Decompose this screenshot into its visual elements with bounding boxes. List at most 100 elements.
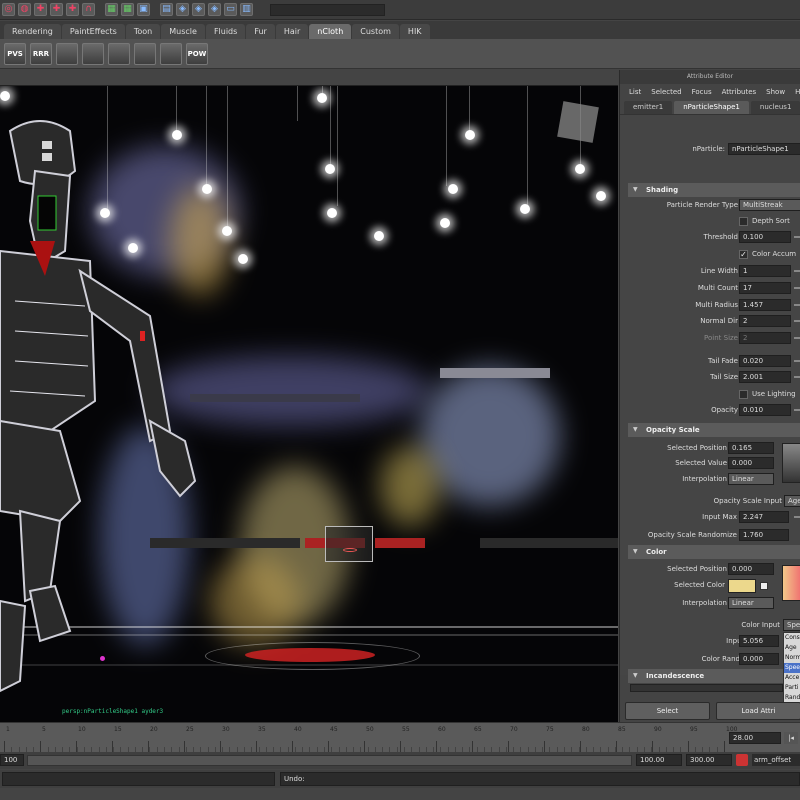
render-view-icon[interactable]: ▣ xyxy=(137,3,150,16)
ae-tab-nucleus1[interactable]: nucleus1 xyxy=(750,101,800,114)
select-button[interactable]: Select xyxy=(625,702,710,720)
use-lighting-checkbox[interactable] xyxy=(739,390,748,399)
selected-color-swatch[interactable] xyxy=(728,579,756,593)
threshold-slider[interactable] xyxy=(794,236,800,238)
incandescence-section-header[interactable]: Incandescence xyxy=(628,669,783,683)
opacity-field[interactable]: 0.010 xyxy=(739,404,791,416)
ipr-icon[interactable]: ◈ xyxy=(176,3,189,16)
color-input-dropdown[interactable]: Spee xyxy=(783,619,800,631)
toggle-icon[interactable]: ▭ xyxy=(224,3,237,16)
ae-tab-nparticleshape1[interactable]: nParticleShape1 xyxy=(674,101,749,114)
render-type-dropdown[interactable]: MultiStreak xyxy=(739,199,800,211)
render-icon[interactable]: ▤ xyxy=(160,3,173,16)
shelf-tool-icon[interactable] xyxy=(134,42,156,65)
robot-character[interactable] xyxy=(0,101,200,701)
tail-size-slider[interactable] xyxy=(794,376,800,378)
shelf-tab-hair[interactable]: Hair xyxy=(275,24,309,39)
normal-dir-slider[interactable] xyxy=(794,320,800,322)
time-slider-ticks[interactable]: 1 5 10 15 20 25 30 35 40 45 50 55 60 65 70 75 80 85 90 95 10… xyxy=(0,723,737,753)
normal-dir-field[interactable]: 2 xyxy=(739,315,791,327)
opacity-scale-section-header[interactable]: Opacity Scale xyxy=(628,423,800,437)
shelf-tab-fur[interactable]: Fur xyxy=(246,24,275,39)
multi-count-field[interactable]: 17 xyxy=(739,282,791,294)
hypershade-icon[interactable]: ◈ xyxy=(208,3,221,16)
line-width-slider[interactable] xyxy=(794,270,800,272)
range-start-field[interactable]: 100 xyxy=(0,754,24,766)
opacity-selected-position-field[interactable]: 0.165 xyxy=(728,442,774,454)
snap-grid-icon[interactable]: ✚ xyxy=(34,3,47,16)
shelf-tool-icon[interactable] xyxy=(160,42,182,65)
range-slider-bar[interactable] xyxy=(27,755,632,766)
magnet-icon[interactable]: ∩ xyxy=(82,3,95,16)
viewport[interactable]: persp:nParticleShape1 ayder3 xyxy=(0,86,618,722)
ae-menu-attributes[interactable]: Attributes xyxy=(722,88,757,96)
multi-radius-field[interactable]: 1.457 xyxy=(739,299,791,311)
ae-menu-h[interactable]: H xyxy=(795,88,800,96)
color-section-header[interactable]: Color xyxy=(628,545,800,559)
ae-menu-focus[interactable]: Focus xyxy=(692,88,712,96)
shelf-tool-icon[interactable] xyxy=(108,42,130,65)
color-ramp-graph[interactable] xyxy=(782,565,800,601)
multi-count-slider[interactable] xyxy=(794,287,800,289)
character-set-icon[interactable] xyxy=(736,754,748,766)
color-input-option[interactable]: Acce xyxy=(784,673,800,683)
shelf-tab-rendering[interactable]: Rendering xyxy=(4,24,61,39)
ae-menu-show[interactable]: Show xyxy=(766,88,785,96)
quick-select-field[interactable] xyxy=(270,3,385,16)
threshold-field[interactable]: 0.100 xyxy=(739,231,791,243)
opacity-interpolation-dropdown[interactable]: Linear xyxy=(728,473,774,485)
color-interpolation-dropdown[interactable]: Linear xyxy=(728,597,774,609)
opacity-selected-value-field[interactable]: 0.000 xyxy=(728,457,774,469)
snap-point-icon[interactable]: ✚ xyxy=(66,3,79,16)
current-time-field[interactable]: 28.00 xyxy=(729,732,781,744)
color-randomize-field[interactable]: 0.000 xyxy=(739,653,779,665)
select-tool-icon[interactable]: ◎ xyxy=(2,3,15,16)
opacity-input-max-slider[interactable] xyxy=(794,516,800,518)
snap-curve-icon[interactable]: ✚ xyxy=(50,3,63,16)
color-input-option[interactable]: Parti xyxy=(784,683,800,693)
history-icon[interactable]: ▦ xyxy=(105,3,118,16)
shelf-tab-muscle[interactable]: Muscle xyxy=(161,24,205,39)
shelf-tab-ncloth[interactable]: nCloth xyxy=(309,24,352,39)
ae-menu-list[interactable]: List xyxy=(629,88,641,96)
shading-section-header[interactable]: Shading xyxy=(628,183,800,197)
shelf-tool-icon[interactable] xyxy=(82,42,104,65)
time-slider[interactable]: 1 5 10 15 20 25 30 35 40 45 50 55 60 65 70 75 80 85 90 95 10… xyxy=(0,722,800,753)
shelf-tool-icon[interactable]: POW xyxy=(186,42,208,65)
color-picker-icon[interactable] xyxy=(760,582,768,590)
opacity-input-max-field[interactable]: 2.247 xyxy=(739,511,789,523)
shelf-tab-toon[interactable]: Toon xyxy=(125,24,161,39)
playback-back-icon[interactable]: |◂ xyxy=(784,732,798,744)
color-selected-position-field[interactable]: 0.000 xyxy=(728,563,774,575)
shelf-tab-painteffects[interactable]: PaintEffects xyxy=(61,24,125,39)
opacity-scale-randomize-field[interactable]: 1.760 xyxy=(739,529,789,541)
range-end-field[interactable]: 100.00 xyxy=(636,754,682,766)
shelf-tab-hik[interactable]: HIK xyxy=(399,24,430,39)
node-name-field[interactable]: nParticleShape1 xyxy=(728,143,800,155)
shelf-tool-icon[interactable]: PVS xyxy=(4,42,26,65)
opacity-scale-input-dropdown[interactable]: Age xyxy=(784,495,800,507)
channel-box-icon[interactable]: ▥ xyxy=(240,3,253,16)
shelf-tool-icon[interactable]: RRR xyxy=(30,42,52,65)
color-input-max-field[interactable]: 5.056 xyxy=(739,635,779,647)
construction-icon[interactable]: ▦ xyxy=(121,3,134,16)
opacity-slider[interactable] xyxy=(794,409,800,411)
line-width-field[interactable]: 1 xyxy=(739,265,791,277)
tail-fade-slider[interactable] xyxy=(794,360,800,362)
color-accum-checkbox[interactable]: ✓ xyxy=(739,250,748,259)
animation-end-field[interactable]: 300.00 xyxy=(686,754,732,766)
opacity-ramp-graph[interactable] xyxy=(782,443,800,483)
character-set-field[interactable]: arm_offset xyxy=(752,754,800,766)
ae-menu-selected[interactable]: Selected xyxy=(651,88,681,96)
render-settings-icon[interactable]: ◈ xyxy=(192,3,205,16)
tail-size-field[interactable]: 2.001 xyxy=(739,371,791,383)
command-input[interactable] xyxy=(2,772,275,786)
multi-radius-slider[interactable] xyxy=(794,304,800,306)
shelf-tab-fluids[interactable]: Fluids xyxy=(205,24,246,39)
load-attributes-button[interactable]: Load Attri xyxy=(716,702,800,720)
lasso-icon[interactable]: ◍ xyxy=(18,3,31,16)
shelf-tab-custom[interactable]: Custom xyxy=(352,24,399,39)
ae-tab-emitter1[interactable]: emitter1 xyxy=(624,101,673,114)
depth-sort-checkbox[interactable] xyxy=(739,217,748,226)
attribute-editor-scrollbar[interactable] xyxy=(630,684,783,692)
